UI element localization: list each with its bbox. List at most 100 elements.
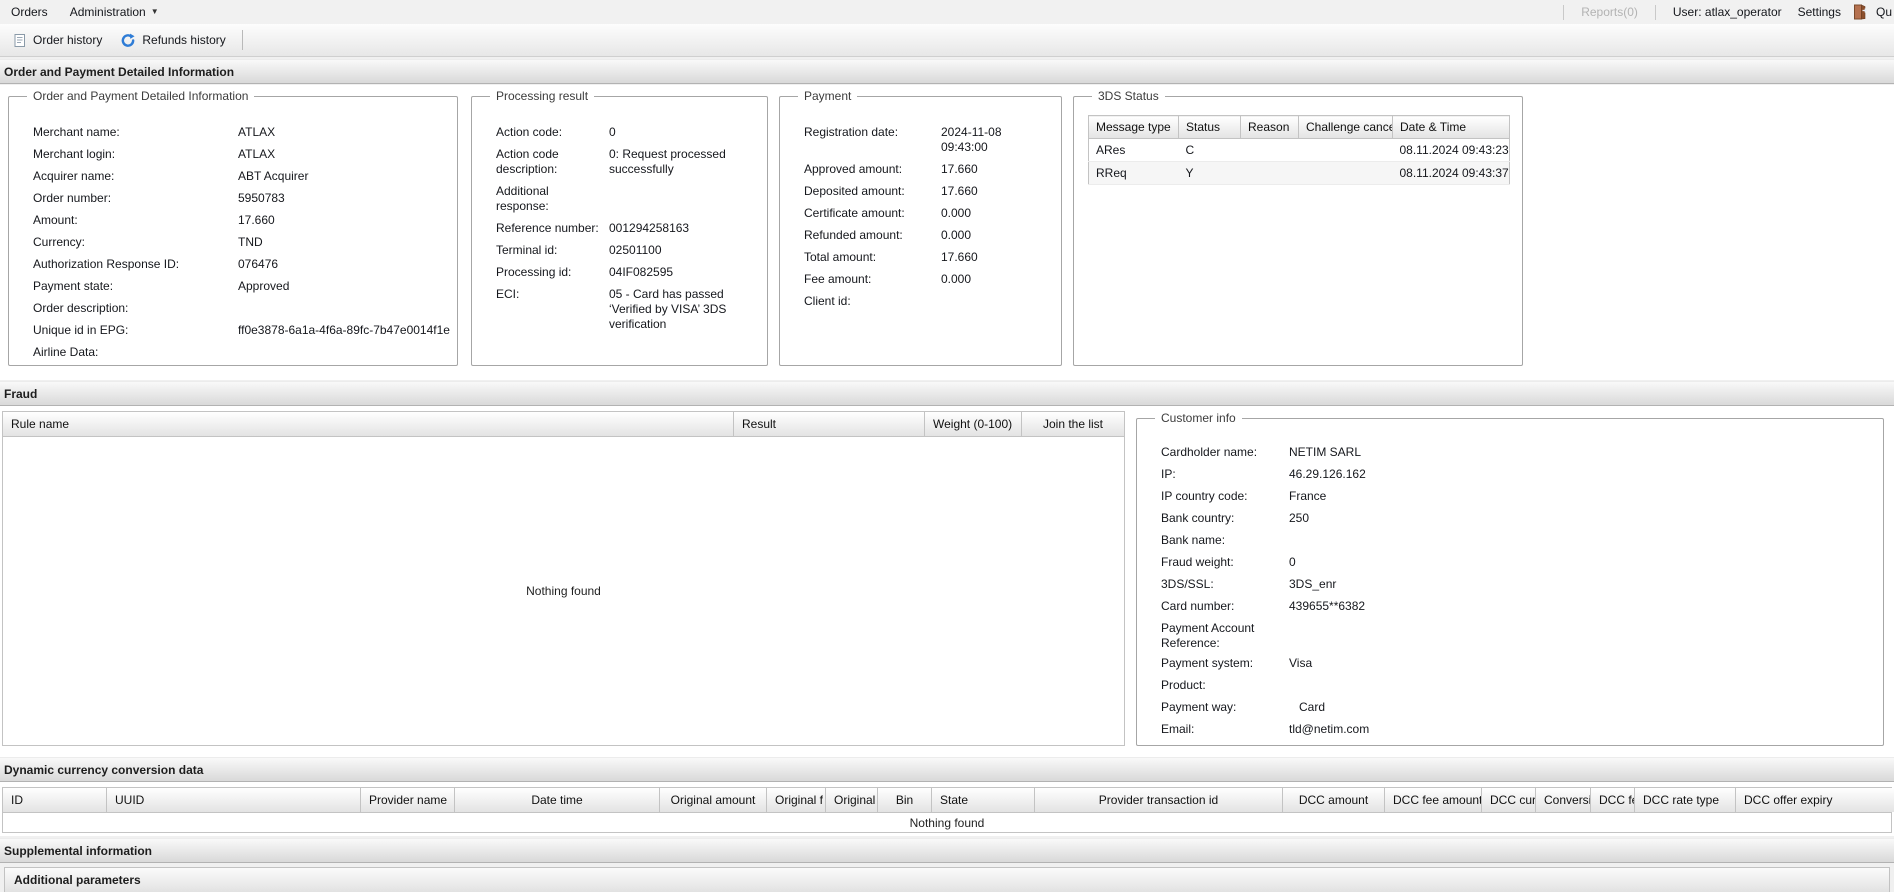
field-row: Reference number:001294258163 bbox=[496, 221, 757, 236]
dcc-col-original-amount[interactable]: Original amount bbox=[660, 788, 767, 812]
section-header-supplemental[interactable]: Supplemental information bbox=[0, 838, 1894, 863]
field-label: Reference number: bbox=[496, 221, 609, 236]
three-ds-row[interactable]: ARes C 08.11.2024 09:43:23 bbox=[1089, 139, 1510, 162]
dcc-col-dcc-fee[interactable]: DCC fee bbox=[1591, 788, 1635, 812]
refunds-history-button[interactable]: Refunds history bbox=[111, 29, 234, 52]
section-header-fraud[interactable]: Fraud bbox=[0, 381, 1894, 406]
toolbar: Order history Refunds history bbox=[0, 24, 1894, 57]
field-label: Deposited amount: bbox=[804, 184, 941, 199]
three-ds-row[interactable]: RReq Y 08.11.2024 09:43:37 bbox=[1089, 162, 1510, 185]
fraud-col-rule-name[interactable]: Rule name bbox=[3, 412, 734, 436]
field-value: 250 bbox=[1289, 511, 1873, 526]
field-label: Action code description: bbox=[496, 147, 609, 177]
field-row: Order description: bbox=[33, 301, 447, 316]
three-ds-col-challenge-cancel[interactable]: Challenge cancel bbox=[1299, 116, 1393, 139]
menubar-separator bbox=[1563, 5, 1564, 20]
dcc-col-bin[interactable]: Bin bbox=[878, 788, 932, 812]
menu-orders[interactable]: Orders bbox=[0, 0, 59, 24]
field-label: Airline Data: bbox=[33, 345, 238, 360]
payment-groupbox: Payment Registration date:2024-11-08 09:… bbox=[779, 96, 1062, 366]
field-row: Fee amount:0.000 bbox=[804, 272, 1051, 287]
field-value: 17.660 bbox=[941, 184, 1051, 199]
cell-challenge-cancel bbox=[1299, 162, 1393, 185]
field-label: Order description: bbox=[33, 301, 238, 316]
field-label: Approved amount: bbox=[804, 162, 941, 177]
field-value: ff0e3878-6a1a-4f6a-89fc-7b47e0014f1e bbox=[238, 323, 450, 338]
dcc-col-original-currency[interactable]: Original c bbox=[826, 788, 878, 812]
dcc-col-state[interactable]: State bbox=[932, 788, 1035, 812]
field-row: Payment state:Approved bbox=[33, 279, 447, 294]
section-header-main[interactable]: Order and Payment Detailed Information bbox=[0, 59, 1894, 84]
menu-orders-label: Orders bbox=[11, 5, 48, 19]
dcc-col-dcc-offer-expiry[interactable]: DCC offer expiry bbox=[1736, 788, 1894, 812]
cell-challenge-cancel bbox=[1299, 139, 1393, 162]
quit-button[interactable]: Qu bbox=[1874, 5, 1892, 19]
dcc-col-dcc-fee-amount[interactable]: DCC fee amount bbox=[1385, 788, 1482, 812]
dcc-col-original-fee[interactable]: Original f bbox=[767, 788, 826, 812]
dcc-col-provider-transaction-id[interactable]: Provider transaction id bbox=[1035, 788, 1283, 812]
field-row: Registration date:2024-11-08 09:43:00 bbox=[804, 125, 1051, 155]
field-label: Card number: bbox=[1161, 599, 1289, 614]
field-label: Merchant login: bbox=[33, 147, 238, 162]
field-value: 0.000 bbox=[941, 272, 1051, 287]
field-value: 04IF082595 bbox=[609, 265, 751, 280]
customer-info-groupbox: Customer info Cardholder name:NETIM SARL… bbox=[1136, 418, 1884, 746]
field-label: Total amount: bbox=[804, 250, 941, 265]
cell-reason bbox=[1241, 162, 1299, 185]
field-row: Merchant login:ATLAX bbox=[33, 147, 447, 162]
field-value: 0 bbox=[609, 125, 751, 140]
menu-administration[interactable]: Administration ▼ bbox=[59, 0, 170, 24]
field-row: Deposited amount:17.660 bbox=[804, 184, 1051, 199]
fraud-col-weight[interactable]: Weight (0-100) bbox=[925, 412, 1022, 436]
dcc-col-id[interactable]: ID bbox=[3, 788, 107, 812]
order-history-button[interactable]: Order history bbox=[4, 29, 111, 52]
field-label: Authorization Response ID: bbox=[33, 257, 238, 272]
field-row: Certificate amount:0.000 bbox=[804, 206, 1051, 221]
dcc-empty-text: Nothing found bbox=[910, 816, 985, 830]
three-ds-col-message-type[interactable]: Message type bbox=[1089, 116, 1179, 139]
three-ds-header-row: Message type Status Reason Challenge can… bbox=[1089, 116, 1510, 139]
payment-legend: Payment bbox=[798, 89, 857, 103]
field-label: Processing id: bbox=[496, 265, 609, 280]
field-value: 076476 bbox=[238, 257, 447, 272]
dcc-col-dcc-amount[interactable]: DCC amount bbox=[1283, 788, 1385, 812]
customer-info-legend: Customer info bbox=[1155, 411, 1242, 425]
three-ds-col-date-time[interactable]: Date & Time bbox=[1393, 116, 1510, 139]
door-exit-icon[interactable] bbox=[1853, 4, 1868, 20]
field-label: Payment way: bbox=[1161, 700, 1289, 715]
field-value: 17.660 bbox=[941, 162, 1051, 177]
reports-button[interactable]: Reports(0) bbox=[1573, 5, 1646, 19]
section-header-dcc[interactable]: Dynamic currency conversion data bbox=[0, 757, 1894, 782]
fraud-col-join-list[interactable]: Join the list bbox=[1022, 412, 1124, 436]
field-value: NETIM SARL bbox=[1289, 445, 1873, 460]
field-row: Email:tld@netim.com bbox=[1161, 722, 1873, 737]
field-row: Cardholder name:NETIM SARL bbox=[1161, 445, 1873, 460]
field-row: Total amount:17.660 bbox=[804, 250, 1051, 265]
dcc-table: ID UUID Provider name Date time Original… bbox=[2, 787, 1892, 833]
dcc-col-uuid[interactable]: UUID bbox=[107, 788, 361, 812]
field-value: Approved bbox=[238, 279, 447, 294]
field-label: Order number: bbox=[33, 191, 238, 206]
cell-date-time: 08.11.2024 09:43:23 bbox=[1393, 139, 1510, 162]
three-ds-legend: 3DS Status bbox=[1092, 89, 1165, 103]
field-row: Unique id in EPG:ff0e3878-6a1a-4f6a-89fc… bbox=[33, 323, 447, 338]
dcc-col-dcc-rate-type[interactable]: DCC rate type bbox=[1635, 788, 1736, 812]
three-ds-col-reason[interactable]: Reason bbox=[1241, 116, 1299, 139]
settings-button[interactable]: Settings bbox=[1790, 5, 1849, 19]
field-label: Acquirer name: bbox=[33, 169, 238, 184]
three-ds-col-status[interactable]: Status bbox=[1179, 116, 1241, 139]
field-label: Fee amount: bbox=[804, 272, 941, 287]
field-row: Acquirer name:ABT Acquirer bbox=[33, 169, 447, 184]
fraud-col-result[interactable]: Result bbox=[734, 412, 925, 436]
section-header-supplemental-label: Supplemental information bbox=[4, 844, 152, 858]
dcc-col-provider-name[interactable]: Provider name bbox=[361, 788, 455, 812]
dcc-header-row: ID UUID Provider name Date time Original… bbox=[3, 788, 1891, 813]
dcc-col-dcc-currency[interactable]: DCC curr bbox=[1482, 788, 1536, 812]
dcc-col-conversion[interactable]: Conversi bbox=[1536, 788, 1591, 812]
section-header-additional-parameters[interactable]: Additional parameters bbox=[4, 867, 1890, 892]
menu-administration-label: Administration bbox=[70, 5, 146, 19]
dcc-col-date-time[interactable]: Date time bbox=[455, 788, 660, 812]
field-label: Merchant name: bbox=[33, 125, 238, 140]
field-label: Currency: bbox=[33, 235, 238, 250]
field-value: Card bbox=[1289, 700, 1873, 715]
